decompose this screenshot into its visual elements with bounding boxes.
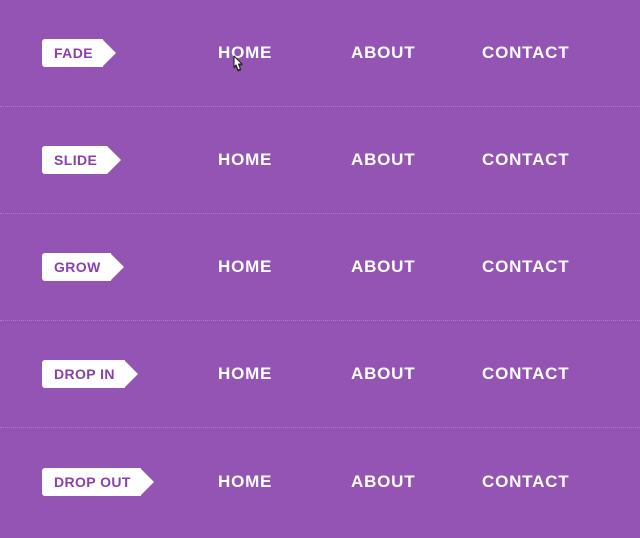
link-about[interactable]: ABOUT	[351, 472, 482, 492]
link-home[interactable]: HOME	[218, 472, 351, 492]
nav-links: HOME ABOUT CONTACT	[218, 257, 602, 277]
tag-fade: FADE	[42, 39, 103, 67]
link-about[interactable]: ABOUT	[351, 43, 482, 63]
nav-links: HOME ABOUT CONTACT	[218, 364, 602, 384]
nav-links: HOME ABOUT CONTACT	[218, 150, 602, 170]
row-drop-out: DROP OUT HOME ABOUT CONTACT	[0, 428, 640, 535]
nav-links: HOME ABOUT CONTACT	[218, 472, 602, 492]
row-drop-in: DROP IN HOME ABOUT CONTACT	[0, 321, 640, 428]
tag-grow: GROW	[42, 253, 111, 281]
tag-slide: SLIDE	[42, 146, 107, 174]
link-about[interactable]: ABOUT	[351, 150, 482, 170]
row-slide: SLIDE HOME ABOUT CONTACT	[0, 107, 640, 214]
link-contact[interactable]: CONTACT	[482, 43, 602, 63]
link-home[interactable]: HOME	[218, 150, 351, 170]
link-about[interactable]: ABOUT	[351, 364, 482, 384]
row-fade: FADE HOME ABOUT CONTACT	[0, 0, 640, 107]
link-contact[interactable]: CONTACT	[482, 257, 602, 277]
effects-list: FADE HOME ABOUT CONTACT SLIDE HOME ABOUT…	[0, 0, 640, 535]
row-grow: GROW HOME ABOUT CONTACT	[0, 214, 640, 321]
link-home[interactable]: HOME	[218, 257, 351, 277]
nav-links: HOME ABOUT CONTACT	[218, 43, 602, 63]
link-home[interactable]: HOME	[218, 364, 351, 384]
tag-drop-in: DROP IN	[42, 360, 125, 388]
link-about[interactable]: ABOUT	[351, 257, 482, 277]
link-contact[interactable]: CONTACT	[482, 472, 602, 492]
tag-drop-out: DROP OUT	[42, 468, 141, 496]
link-contact[interactable]: CONTACT	[482, 150, 602, 170]
link-contact[interactable]: CONTACT	[482, 364, 602, 384]
link-home[interactable]: HOME	[218, 43, 351, 63]
